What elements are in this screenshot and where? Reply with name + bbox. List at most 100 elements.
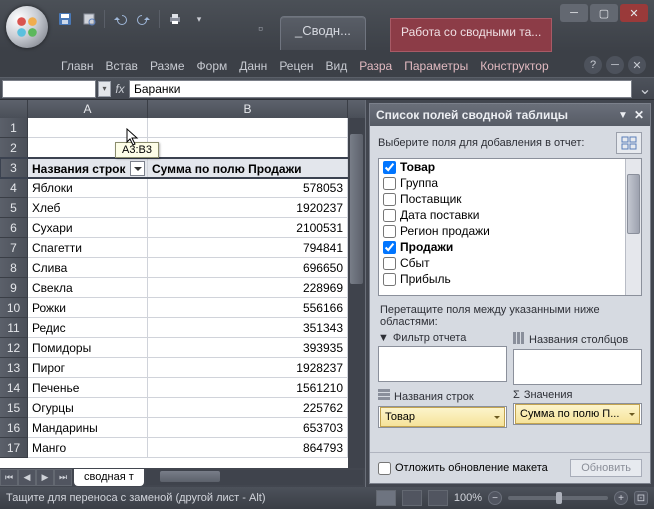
- cell[interactable]: 1928237: [148, 358, 348, 378]
- cell[interactable]: [148, 138, 348, 158]
- sheet-prev-icon[interactable]: ◀: [18, 469, 36, 486]
- layout-button[interactable]: [616, 132, 642, 154]
- cell[interactable]: Огурцы: [28, 398, 148, 418]
- qat-more-icon[interactable]: ▾: [190, 10, 208, 28]
- defer-update-checkbox[interactable]: Отложить обновление макета: [378, 462, 548, 475]
- cell[interactable]: Хлеб: [28, 198, 148, 218]
- tab-options[interactable]: Параметры: [399, 55, 473, 77]
- tab-data[interactable]: Данн: [234, 55, 272, 77]
- pane-menu-icon[interactable]: ▼: [618, 110, 628, 121]
- print-preview-icon[interactable]: [80, 10, 98, 28]
- table-row[interactable]: 8Слива696650: [0, 258, 365, 278]
- field-checkbox[interactable]: [383, 177, 396, 190]
- field-list[interactable]: ТоварГруппаПоставщикДата поставкиРегион …: [378, 158, 642, 296]
- row-header[interactable]: 7: [0, 238, 28, 258]
- sheet-next-icon[interactable]: ▶: [36, 469, 54, 486]
- tab-developer[interactable]: Разра: [354, 55, 397, 77]
- cell[interactable]: Сумма по полю Продажи: [148, 158, 348, 178]
- table-row[interactable]: 3Названия строкСумма по полю Продажи: [0, 158, 365, 178]
- row-header[interactable]: 4: [0, 178, 28, 198]
- field-item[interactable]: Регион продажи: [379, 223, 641, 239]
- cell[interactable]: Помидоры: [28, 338, 148, 358]
- name-box-dropdown[interactable]: ▾: [98, 81, 111, 97]
- cell[interactable]: [28, 118, 148, 138]
- field-item[interactable]: Прибыль: [379, 271, 641, 287]
- cell[interactable]: Названия строк: [28, 158, 148, 178]
- view-layout-icon[interactable]: [402, 490, 422, 506]
- cell[interactable]: 228969: [148, 278, 348, 298]
- field-checkbox[interactable]: [383, 225, 396, 238]
- row-header[interactable]: 15: [0, 398, 28, 418]
- column-header-a[interactable]: A: [28, 100, 148, 118]
- field-checkbox[interactable]: [383, 193, 396, 206]
- maximize-button[interactable]: ▢: [590, 4, 618, 22]
- table-row[interactable]: 2: [0, 138, 365, 158]
- tab-view[interactable]: Вид: [321, 55, 353, 77]
- row-header[interactable]: 16: [0, 418, 28, 438]
- view-normal-icon[interactable]: [376, 490, 396, 506]
- table-row[interactable]: 12Помидоры393935: [0, 338, 365, 358]
- field-list-scrollbar[interactable]: [625, 159, 641, 295]
- cell[interactable]: 351343: [148, 318, 348, 338]
- row-header[interactable]: 9: [0, 278, 28, 298]
- table-row[interactable]: 14Печенье1561210: [0, 378, 365, 398]
- row-header[interactable]: 1: [0, 118, 28, 138]
- field-checkbox[interactable]: [383, 257, 396, 270]
- row-header[interactable]: 13: [0, 358, 28, 378]
- cell[interactable]: Слива: [28, 258, 148, 278]
- cell[interactable]: Сухари: [28, 218, 148, 238]
- cell[interactable]: Яблоки: [28, 178, 148, 198]
- row-header[interactable]: 14: [0, 378, 28, 398]
- field-item[interactable]: Товар: [379, 159, 641, 175]
- vertical-scrollbar[interactable]: [348, 118, 365, 468]
- cell[interactable]: 2100531: [148, 218, 348, 238]
- field-checkbox[interactable]: [383, 241, 396, 254]
- row-header[interactable]: 8: [0, 258, 28, 278]
- cell[interactable]: 556166: [148, 298, 348, 318]
- zoom-slider[interactable]: [508, 496, 608, 500]
- row-header[interactable]: 12: [0, 338, 28, 358]
- cell[interactable]: 653703: [148, 418, 348, 438]
- redo-icon[interactable]: [135, 10, 153, 28]
- zoom-in-button[interactable]: +: [614, 491, 628, 505]
- field-item[interactable]: Дата поставки: [379, 207, 641, 223]
- name-box[interactable]: [2, 80, 96, 98]
- sheet-first-icon[interactable]: ⏮: [0, 469, 18, 486]
- row-header[interactable]: 5: [0, 198, 28, 218]
- row-labels-dropdown[interactable]: [130, 161, 145, 176]
- cell[interactable]: Редис: [28, 318, 148, 338]
- field-item[interactable]: Сбыт: [379, 255, 641, 271]
- tab-formulas[interactable]: Форм: [192, 55, 233, 77]
- cell[interactable]: Манго: [28, 438, 148, 458]
- fx-icon[interactable]: fx: [111, 82, 129, 96]
- tab-review[interactable]: Рецен: [274, 55, 318, 77]
- sheet-last-icon[interactable]: ⏭: [54, 469, 72, 486]
- column-header-b[interactable]: B: [148, 100, 348, 118]
- row-header[interactable]: 10: [0, 298, 28, 318]
- area-cols-box[interactable]: [513, 349, 642, 385]
- sheet-tab[interactable]: сводная т: [74, 469, 144, 486]
- area-rows-box[interactable]: Товар: [378, 406, 507, 428]
- view-break-icon[interactable]: [428, 490, 448, 506]
- zoom-out-button[interactable]: −: [488, 491, 502, 505]
- cell[interactable]: Мандарины: [28, 418, 148, 438]
- close-button[interactable]: ✕: [620, 4, 648, 22]
- zoom-fit-icon[interactable]: ⊡: [634, 491, 648, 505]
- pane-close-icon[interactable]: ✕: [634, 108, 644, 122]
- cell[interactable]: [148, 118, 348, 138]
- cell[interactable]: 225762: [148, 398, 348, 418]
- save-icon[interactable]: [56, 10, 74, 28]
- table-row[interactable]: 11Редис351343: [0, 318, 365, 338]
- cell[interactable]: Пирог: [28, 358, 148, 378]
- cell[interactable]: 1561210: [148, 378, 348, 398]
- cell[interactable]: 696650: [148, 258, 348, 278]
- table-row[interactable]: 1: [0, 118, 365, 138]
- table-row[interactable]: 7Спагетти794841: [0, 238, 365, 258]
- table-row[interactable]: 15Огурцы225762: [0, 398, 365, 418]
- field-item[interactable]: Поставщик: [379, 191, 641, 207]
- row-header[interactable]: 11: [0, 318, 28, 338]
- formula-expand-icon[interactable]: ⌄: [636, 80, 654, 98]
- tab-layout[interactable]: Разме: [145, 55, 190, 77]
- table-row[interactable]: 16Мандарины653703: [0, 418, 365, 438]
- row-header[interactable]: 17: [0, 438, 28, 458]
